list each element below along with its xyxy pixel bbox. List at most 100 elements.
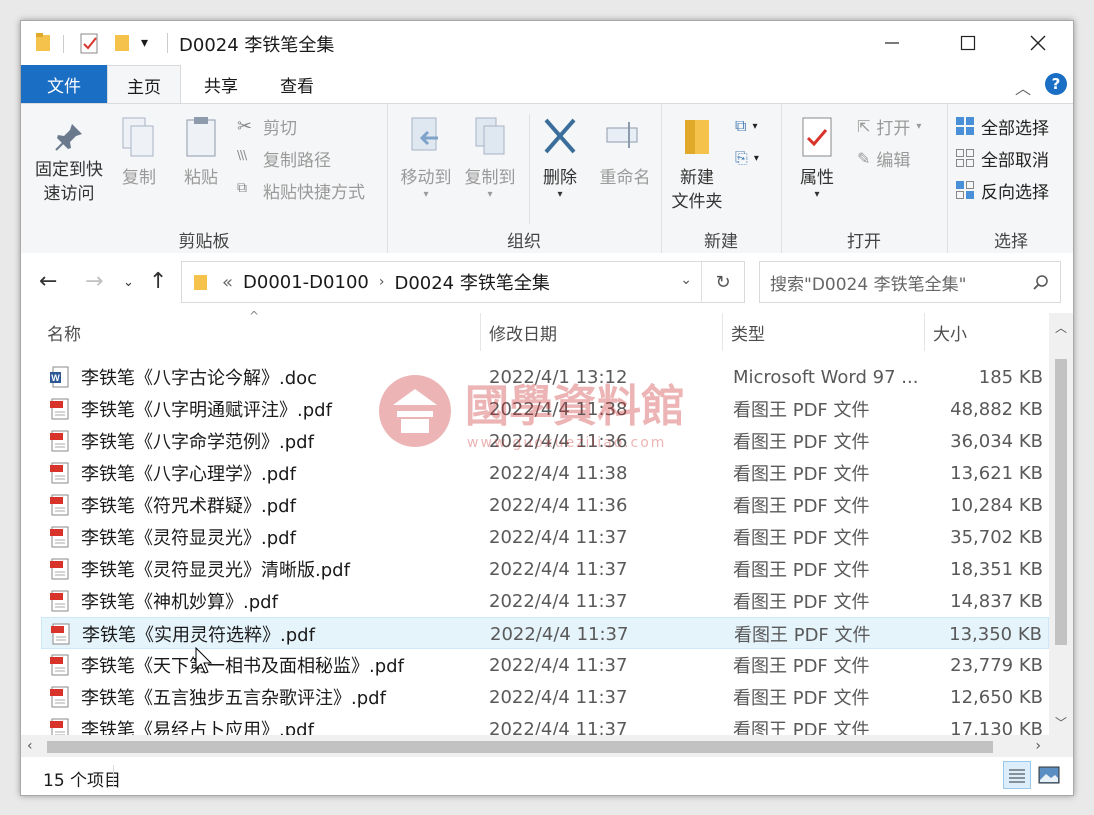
file-row[interactable]: 李铁笔《灵符显灵光》清晰版.pdf 2022/4/4 11:37 看图王 PDF 文…	[41, 553, 1049, 585]
address-dropdown-icon[interactable]: ⌄	[680, 272, 692, 288]
tab-file[interactable]: 文件	[21, 65, 107, 103]
delete-x-icon	[544, 118, 576, 154]
group-label-open: 打开	[847, 232, 881, 252]
search-placeholder: 搜索"D0024 李铁笔全集"	[770, 274, 967, 295]
horizontal-scroll-thumb[interactable]	[47, 741, 993, 753]
cut-button[interactable]: ✂ 剪切	[237, 112, 297, 140]
file-date: 2022/4/4 11:37	[489, 526, 628, 548]
dropdown-arrow-icon: ▾	[423, 189, 429, 200]
breadcrumb-item-parent[interactable]: D0001-D0100	[243, 272, 369, 293]
file-row[interactable]: 李铁笔《八字命学范例》.pdf 2022/4/4 11:36 看图王 PDF 文件 3…	[41, 425, 1049, 457]
dropdown-arrow-icon: ▾	[752, 120, 758, 132]
file-list: W 李铁笔《八字古论今解》.doc 2022/4/1 13:12 Microsoft …	[21, 361, 1049, 735]
group-clipboard: 固定到快 速访问 复制 粘贴 ✂ 剪切 \\\ 复制路径 ⧉ 粘贴快捷方式 剪贴…	[21, 104, 388, 254]
file-row[interactable]: 李铁笔《八字心理学》.pdf 2022/4/4 11:38 看图王 PDF 文件 13…	[41, 457, 1049, 489]
file-row[interactable]: W 李铁笔《八字古论今解》.doc 2022/4/1 13:12 Microsoft …	[41, 361, 1049, 393]
group-label-select: 选择	[994, 232, 1028, 252]
large-icons-view-button[interactable]	[1035, 761, 1063, 789]
scroll-up-icon[interactable]: ︿	[1055, 319, 1067, 336]
file-name-cell: 李铁笔《八字心理学》.pdf	[49, 457, 296, 489]
column-header-type[interactable]: 类型	[723, 313, 925, 351]
collapse-ribbon-icon[interactable]: ︿	[1015, 75, 1031, 99]
file-row[interactable]: 李铁笔《易经占卜应用》.pdf 2022/4/4 11:37 看图王 PDF 文件 1…	[41, 713, 1049, 735]
file-name: 李铁笔《符咒术群疑》.pdf	[81, 496, 296, 517]
file-row[interactable]: 李铁笔《八字明通赋评注》.pdf 2022/4/4 11:38 看图王 PDF 文件…	[41, 393, 1049, 425]
file-date: 2022/4/4 11:37	[489, 558, 628, 580]
open-button[interactable]: ⇱ 打开 ▾	[857, 112, 921, 140]
minimize-button[interactable]	[857, 21, 927, 65]
up-arrow-icon[interactable]: ↑	[149, 269, 167, 294]
breadcrumb-item-current[interactable]: D0024 李铁笔全集	[394, 269, 549, 295]
breadcrumb-overflow[interactable]: «	[222, 272, 233, 293]
paste-label: 粘贴	[184, 168, 218, 188]
scroll-down-icon[interactable]: ﹀	[1055, 714, 1067, 731]
back-arrow-icon[interactable]: ←	[39, 269, 57, 294]
paste-button[interactable]: 粘贴	[175, 114, 227, 190]
paste-shortcut-button[interactable]: ⧉ 粘贴快捷方式	[237, 176, 365, 204]
vertical-scrollbar[interactable]: ︿ ﹀	[1049, 313, 1073, 735]
rename-button[interactable]: 重命名	[593, 114, 657, 190]
file-row[interactable]: 李铁笔《天下第一相书及面相秘监》.pdf 2022/4/4 11:37 看图王 PD…	[41, 649, 1049, 681]
column-headers: ^ 名称 修改日期 类型 大小	[21, 309, 1051, 351]
refresh-icon[interactable]: ↻	[701, 262, 744, 302]
tab-share[interactable]: 共享	[185, 65, 257, 103]
file-size: 185 KB	[978, 366, 1043, 388]
search-icon[interactable]	[1032, 274, 1050, 292]
file-row[interactable]: 李铁笔《灵符显灵光》.pdf 2022/4/4 11:37 看图王 PDF 文件 35…	[41, 521, 1049, 553]
file-type: 看图王 PDF 文件	[733, 656, 870, 677]
file-row[interactable]: 李铁笔《实用灵符选粹》.pdf 2022/4/4 11:37 看图王 PDF 文件 1…	[41, 617, 1049, 649]
new-folder-label-1: 新建	[680, 168, 714, 188]
horizontal-scrollbar[interactable]: ‹ ›	[21, 735, 1049, 759]
column-type-label: 类型	[731, 324, 765, 345]
file-size: 14,837 KB	[950, 590, 1043, 612]
details-view-button[interactable]	[1003, 761, 1031, 789]
scroll-right-icon[interactable]: ›	[1035, 738, 1041, 754]
file-type: 看图王 PDF 文件	[733, 560, 870, 581]
easy-access-button[interactable]: ⎘ ▾	[735, 144, 759, 172]
pin-quick-access-button[interactable]: 固定到快 速访问	[29, 120, 109, 206]
edit-button[interactable]: ✎ 编辑	[857, 144, 910, 172]
breadcrumb-separator-icon[interactable]: ›	[379, 274, 385, 290]
scroll-left-icon[interactable]: ‹	[27, 738, 33, 754]
tab-home[interactable]: 主页	[107, 65, 181, 104]
file-name: 李铁笔《五言独步五言杂歌评注》.pdf	[81, 688, 386, 709]
move-to-button[interactable]: 移动到 ▾	[395, 114, 457, 200]
explorer-window: ▾ D0024 李铁笔全集 文件 主页 共享 查看 ︿ ? 固定到快 速访问 复…	[20, 20, 1074, 796]
properties-icon	[802, 117, 832, 157]
recent-locations-icon[interactable]: ⌄	[123, 275, 134, 290]
file-row[interactable]: 李铁笔《符咒术群疑》.pdf 2022/4/4 11:36 看图王 PDF 文件 10…	[41, 489, 1049, 521]
customize-quick-access-icon[interactable]: ▾	[141, 35, 148, 59]
column-header-size[interactable]: 大小	[925, 313, 1051, 351]
search-box[interactable]: 搜索"D0024 李铁笔全集"	[759, 261, 1061, 303]
vertical-scroll-thumb[interactable]	[1055, 359, 1067, 645]
open-icon: ⇱	[857, 116, 871, 136]
help-icon[interactable]: ?	[1045, 73, 1067, 95]
file-type: 看图王 PDF 文件	[733, 720, 870, 735]
delete-button[interactable]: 删除 ▾	[535, 114, 585, 200]
invert-selection-button[interactable]: 反向选择	[955, 176, 1049, 204]
close-button[interactable]	[1003, 21, 1073, 65]
address-bar[interactable]: « D0001-D0100 › D0024 李铁笔全集 ⌄ ↻	[181, 261, 745, 303]
file-row[interactable]: 李铁笔《五言独步五言杂歌评注》.pdf 2022/4/4 11:37 看图王 PDF…	[41, 681, 1049, 713]
copy-path-icon: \\\	[237, 148, 247, 162]
copy-button[interactable]: 复制	[113, 114, 165, 190]
new-folder-button[interactable]: 新建 文件夹	[665, 114, 729, 214]
copy-to-button[interactable]: 复制到 ▾	[459, 114, 521, 200]
select-all-button[interactable]: 全部选择	[955, 112, 1049, 140]
new-item-button[interactable]: ⧉ ▾	[735, 112, 757, 140]
paste-icon	[186, 117, 216, 157]
forward-arrow-icon[interactable]: →	[85, 269, 103, 294]
properties-quick-icon[interactable]	[79, 31, 101, 55]
new-folder-quick-icon[interactable]	[113, 31, 131, 55]
column-header-date[interactable]: 修改日期	[481, 313, 723, 351]
column-header-name[interactable]: 名称	[39, 313, 481, 351]
select-none-button[interactable]: 全部取消	[955, 144, 1049, 172]
pin-icon	[55, 124, 82, 151]
easy-access-icon: ⎘	[735, 148, 748, 167]
tab-view[interactable]: 查看	[261, 65, 333, 103]
properties-button[interactable]: 属性 ▾	[787, 114, 847, 200]
file-row[interactable]: 李铁笔《神机妙算》.pdf 2022/4/4 11:37 看图王 PDF 文件 14,…	[41, 585, 1049, 617]
copy-path-button[interactable]: \\\ 复制路径	[237, 144, 331, 172]
file-date: 2022/4/4 11:37	[489, 718, 628, 736]
maximize-button[interactable]	[933, 21, 1003, 65]
